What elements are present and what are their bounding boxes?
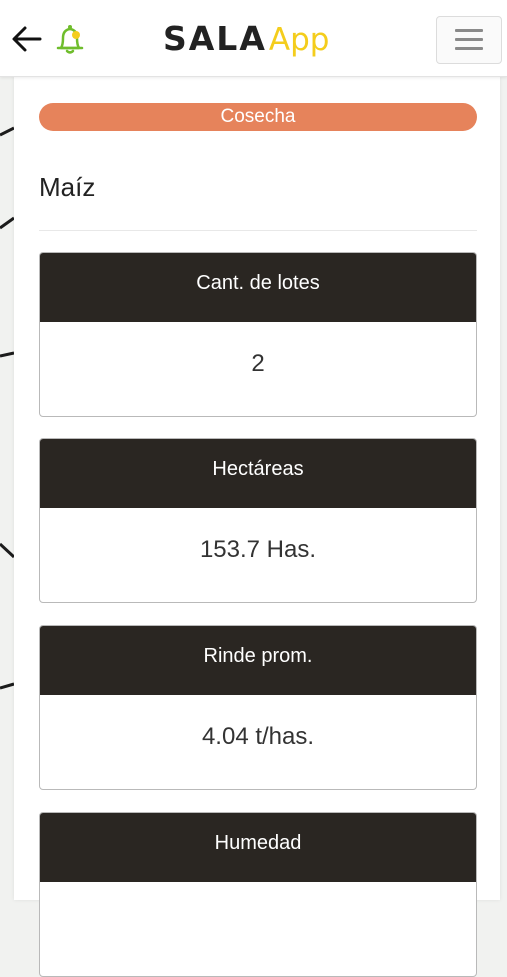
stat-card-value: 153.7 Has. bbox=[199, 536, 317, 563]
sala-app-logo: SALA App bbox=[163, 17, 329, 61]
hamburger-menu-icon bbox=[455, 38, 483, 41]
app-header: SALA App bbox=[0, 0, 507, 77]
stat-card-yield: Rinde prom. 4.04 t/has. bbox=[39, 625, 477, 790]
stat-card-hectares: Hectáreas 153.7 Has. bbox=[39, 438, 477, 603]
stat-card-label: Humedad bbox=[40, 813, 476, 882]
arrow-left-icon bbox=[12, 26, 42, 52]
stat-card-value: 4.04 t/has. bbox=[201, 723, 315, 750]
stat-card-label: Hectáreas bbox=[40, 439, 476, 508]
stat-card-value bbox=[40, 882, 476, 976]
summary-panel: Cosecha Maíz Cant. de lotes 2 Hectáreas … bbox=[14, 76, 500, 977]
back-button[interactable] bbox=[10, 22, 44, 56]
stat-card-label: Cant. de lotes bbox=[40, 253, 476, 322]
stat-card-value: 2 bbox=[251, 350, 265, 377]
status-badge: Cosecha bbox=[39, 103, 477, 131]
stat-card-humidity: Humedad bbox=[39, 812, 477, 977]
notifications-button[interactable] bbox=[52, 21, 88, 57]
logo-secondary-text: App bbox=[268, 22, 330, 58]
bell-icon bbox=[56, 25, 84, 54]
stat-card-label: Rinde prom. bbox=[40, 626, 476, 695]
stat-card-lots: Cant. de lotes 2 bbox=[39, 252, 477, 417]
divider bbox=[39, 230, 477, 231]
crop-title: Maíz bbox=[39, 172, 96, 202]
hamburger-menu-icon bbox=[455, 47, 483, 50]
hamburger-menu-button[interactable] bbox=[436, 16, 502, 64]
logo-primary-text: SALA bbox=[163, 19, 267, 58]
hamburger-menu-icon bbox=[455, 29, 483, 32]
